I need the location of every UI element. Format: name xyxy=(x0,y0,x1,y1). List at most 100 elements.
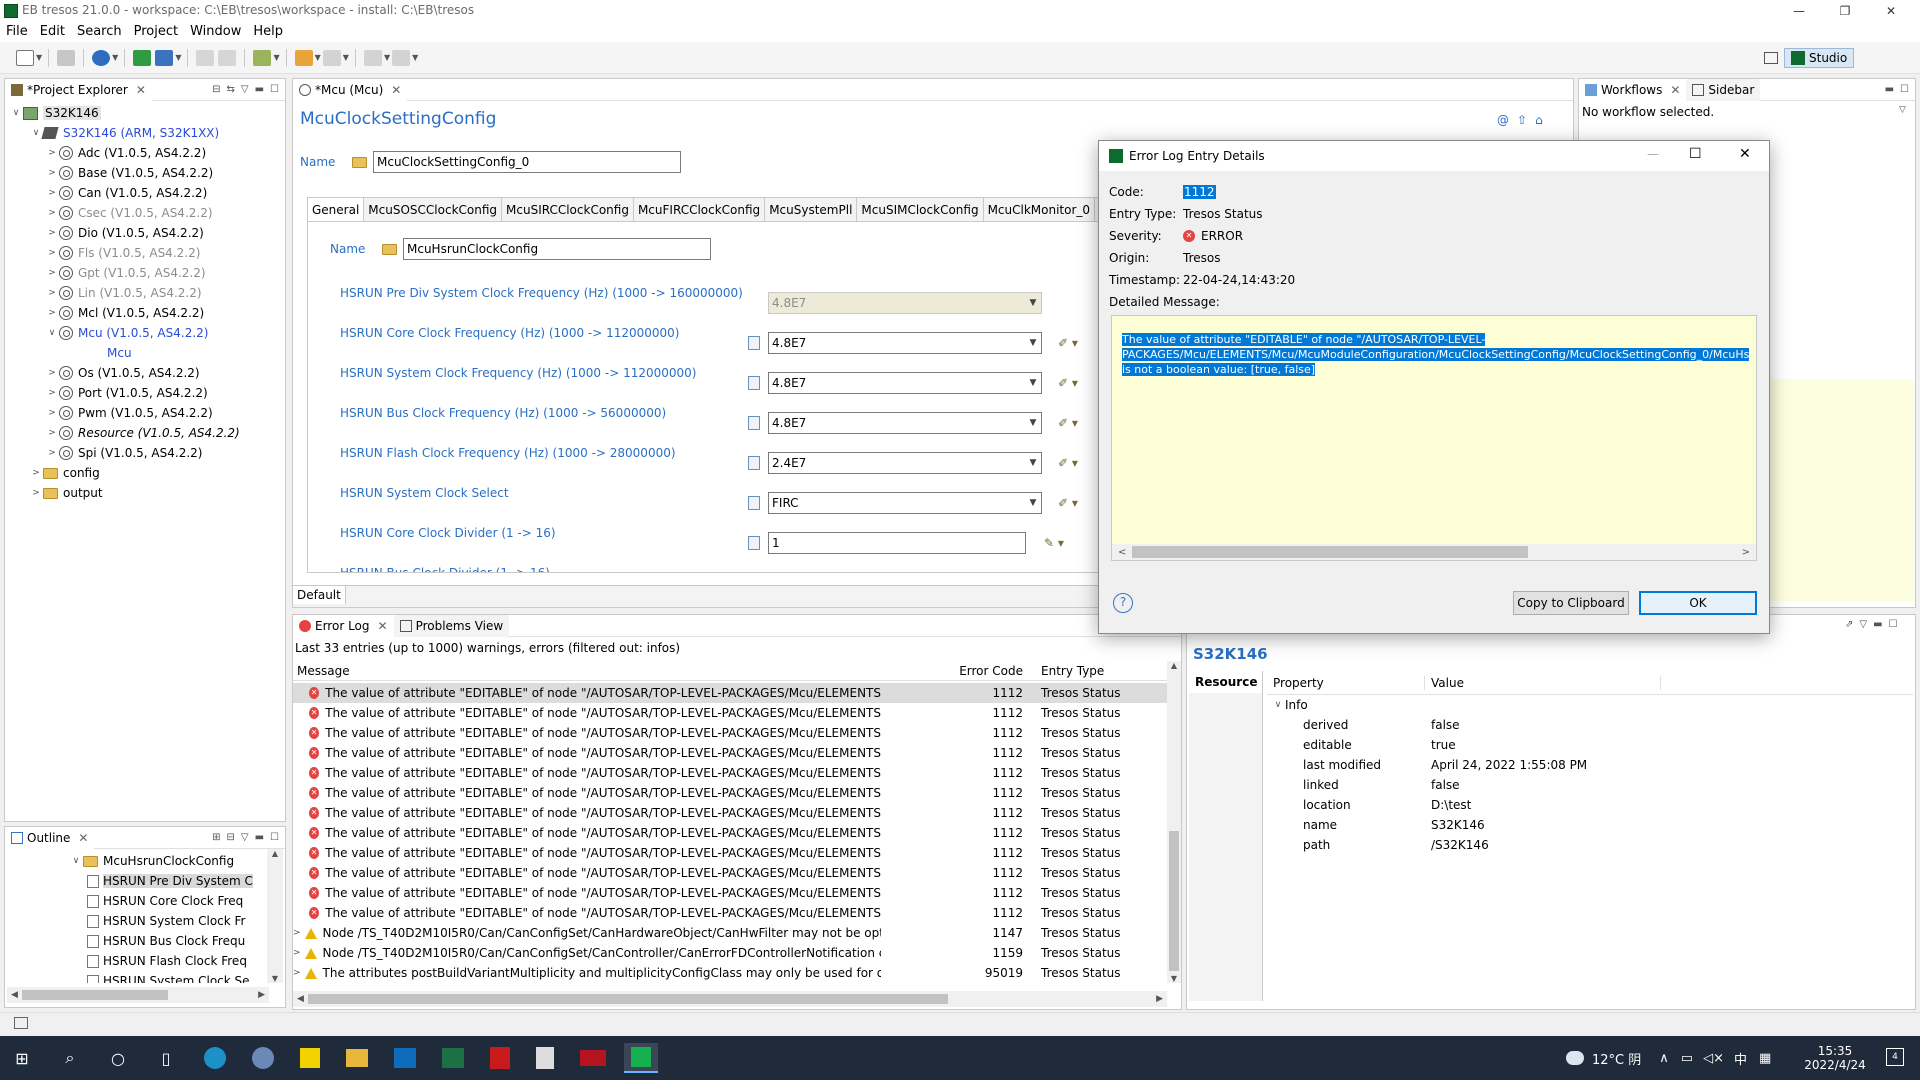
dialog-minimize-button[interactable]: — xyxy=(1647,147,1659,161)
dialog-maximize-button[interactable]: ☐ xyxy=(1689,146,1702,162)
ime-grid-icon[interactable]: ▦ xyxy=(1759,1051,1771,1066)
log-row[interactable]: ✕ The value of attribute "EDITABLE" of no… xyxy=(293,723,1169,743)
undo-icon[interactable] xyxy=(196,49,215,66)
search-icon[interactable]: ⌕ xyxy=(58,1046,82,1070)
close-window-button[interactable]: ✕ xyxy=(1868,0,1914,22)
maximize-button[interactable]: ❐ xyxy=(1822,0,1868,22)
close-tab-icon[interactable]: ✕ xyxy=(391,83,401,97)
task-view-icon[interactable]: ▯ xyxy=(154,1046,178,1070)
next-annotation-icon[interactable] xyxy=(392,49,411,66)
forward-icon[interactable] xyxy=(322,49,341,66)
clock[interactable]: 15:35 2022/4/24 xyxy=(1800,1044,1870,1072)
expand-arrow-icon[interactable]: > xyxy=(45,388,59,398)
expand-arrow-icon[interactable]: > xyxy=(293,928,301,938)
collapse-arrow-icon[interactable]: ∨ xyxy=(9,108,23,118)
tab-clkmonitor[interactable]: McuClkMonitor_0 xyxy=(982,197,1096,221)
minimize-view-icon[interactable]: ▬ xyxy=(1885,84,1894,95)
tresos-taskbar-icon[interactable] xyxy=(624,1043,658,1073)
cortana-icon[interactable]: ○ xyxy=(106,1046,130,1070)
editor-tab-mcu[interactable]: *Mcu (Mcu) ✕ xyxy=(293,78,408,101)
auto-calc-icon[interactable]: ✐ ▾ xyxy=(1058,496,1078,510)
acrobat-icon[interactable] xyxy=(490,1047,510,1069)
property-row[interactable]: path/S32K146 xyxy=(1267,835,1913,855)
edge-icon[interactable] xyxy=(204,1047,226,1069)
paint-icon[interactable] xyxy=(252,1047,274,1069)
prev-annotation-icon[interactable] xyxy=(363,49,382,66)
edit-pencil-icon[interactable]: ✎ ▾ xyxy=(1044,536,1064,550)
expand-arrow-icon[interactable]: > xyxy=(45,308,59,318)
expand-arrow-icon[interactable]: > xyxy=(45,148,59,158)
auto-calc-icon[interactable]: ✐ ▾ xyxy=(1058,416,1078,430)
weather-text[interactable]: 12°C 阴 xyxy=(1592,1049,1641,1068)
globe-icon[interactable] xyxy=(92,49,111,66)
expand-arrow-icon[interactable]: > xyxy=(45,168,59,178)
pin-icon[interactable]: ⇗ xyxy=(1845,619,1853,630)
view-menu-icon[interactable]: ▽ xyxy=(241,832,249,843)
excel-icon[interactable] xyxy=(442,1048,464,1068)
expand-arrow-icon[interactable]: > xyxy=(45,228,59,238)
detail-message-box[interactable]: The value of attribute "EDITABLE" of nod… xyxy=(1111,315,1757,561)
ok-button[interactable]: OK xyxy=(1639,591,1757,615)
tree-item-module[interactable]: > Gpt (V1.0.5, AS4.2.2) xyxy=(5,263,285,283)
error-log-vscroll[interactable]: ▲ ▼ xyxy=(1167,661,1181,983)
view-menu-icon[interactable]: ▽ xyxy=(1899,105,1906,115)
outline-hscroll[interactable]: ◀ ▶ xyxy=(7,987,269,1003)
outlook-icon[interactable] xyxy=(394,1048,416,1068)
log-row[interactable]: ✕ The value of attribute "EDITABLE" of no… xyxy=(293,843,1169,863)
maximize-view-icon[interactable]: ☐ xyxy=(270,832,279,843)
calc-default-icon[interactable] xyxy=(748,416,760,430)
open-perspective-icon[interactable] xyxy=(1764,52,1778,64)
tab-sim[interactable]: McuSIMClockConfig xyxy=(856,197,984,221)
view-menu-icon[interactable]: ▽ xyxy=(241,84,249,95)
new-icon[interactable] xyxy=(16,49,34,66)
expand-arrow-icon[interactable]: > xyxy=(45,368,59,378)
calc-default-icon[interactable] xyxy=(748,336,760,350)
tree-item-target[interactable]: ∨ S32K146 (ARM, S32K1XX) xyxy=(5,123,285,143)
outline-vscroll[interactable]: ▲ ▼ xyxy=(267,849,283,983)
property-row[interactable]: derived false xyxy=(1267,715,1913,735)
outline-item-parent[interactable]: ∨ McuHsrunClockConfig xyxy=(5,851,285,871)
expand-arrow-icon[interactable]: > xyxy=(29,488,43,498)
back-icon[interactable] xyxy=(294,49,313,66)
volume-icon[interactable]: ◁× xyxy=(1703,1051,1724,1066)
collapse-arrow-icon[interactable]: ∨ xyxy=(69,856,83,866)
code-value[interactable]: 1112 xyxy=(1183,185,1216,199)
col-property[interactable]: Property xyxy=(1267,675,1425,690)
calc-default-icon[interactable] xyxy=(748,376,760,390)
tree-item-module[interactable]: > Can (V1.0.5, AS4.2.2) xyxy=(5,183,285,203)
maximize-view-icon[interactable]: ☐ xyxy=(270,84,279,95)
tab-general[interactable]: General xyxy=(307,197,365,221)
tree-item-module[interactable]: > Pwm (V1.0.5, AS4.2.2) xyxy=(5,403,285,423)
expand-arrow-icon[interactable]: > xyxy=(45,188,59,198)
tree-item-root[interactable]: ∨ S32K146 xyxy=(5,103,285,123)
project-explorer-tab[interactable]: *Project Explorer ✕ xyxy=(5,78,152,101)
log-row[interactable]: ✕ The value of attribute "EDITABLE" of no… xyxy=(293,903,1169,923)
studio-perspective-button[interactable]: Studio xyxy=(1784,48,1855,68)
tab-sirc[interactable]: McuSIRCClockConfig xyxy=(501,197,634,221)
close-tab-icon[interactable]: ✕ xyxy=(78,831,88,845)
minimize-button[interactable]: — xyxy=(1776,0,1822,22)
problems-view-tab[interactable]: Problems View xyxy=(393,614,510,637)
menu-window[interactable]: Window xyxy=(190,22,241,42)
sidebar-tab[interactable]: Sidebar xyxy=(1686,78,1761,101)
wand-icon[interactable] xyxy=(253,49,272,66)
close-tab-icon[interactable]: ✕ xyxy=(136,83,146,97)
collapse-arrow-icon[interactable]: ∨ xyxy=(1271,700,1285,710)
expand-arrow-icon[interactable]: > xyxy=(45,208,59,218)
link-editor-icon[interactable]: ⇆ xyxy=(226,84,234,95)
tree-item-output-folder[interactable]: > output xyxy=(5,483,285,503)
close-tab-icon[interactable]: ✕ xyxy=(378,619,388,633)
menu-project[interactable]: Project xyxy=(134,22,178,42)
verify-icon[interactable] xyxy=(155,49,174,66)
log-row[interactable]: ✕ The value of attribute "EDITABLE" of no… xyxy=(293,883,1169,903)
sticky-notes-icon[interactable] xyxy=(300,1048,320,1068)
tree-item-module[interactable]: > Port (V1.0.5, AS4.2.2) xyxy=(5,383,285,403)
outline-item[interactable]: HSRUN System Clock Se xyxy=(5,971,285,983)
tree-item-module[interactable]: ∨ Mcu (V1.0.5, AS4.2.2) xyxy=(5,323,285,343)
resource-tab[interactable]: Resource xyxy=(1189,671,1262,693)
workflows-tab[interactable]: Workflows ✕ xyxy=(1579,78,1687,101)
maximize-view-icon[interactable]: ☐ xyxy=(1900,84,1909,95)
param-combo[interactable]: 2.4E7 ▼ xyxy=(768,452,1042,474)
col-entry-type[interactable]: Entry Type xyxy=(1029,664,1149,678)
menu-help[interactable]: Help xyxy=(253,22,283,42)
